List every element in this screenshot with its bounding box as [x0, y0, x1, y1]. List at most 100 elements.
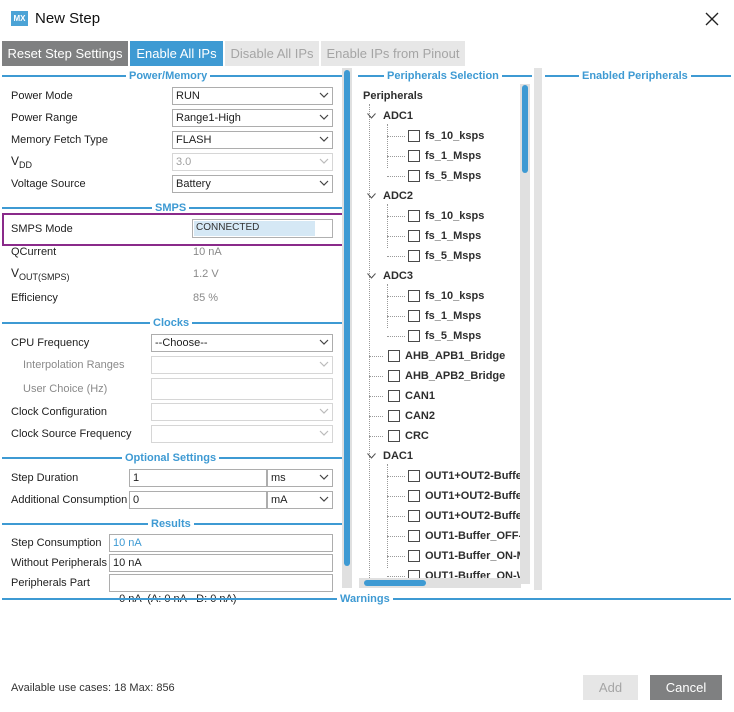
vdd-select: 3.0 — [172, 153, 333, 171]
qcurrent-value: 10 nA — [193, 246, 222, 258]
peripheral-checkbox[interactable] — [408, 550, 420, 562]
voltage-source-label: Voltage Source — [11, 178, 86, 190]
tree-connector — [387, 316, 405, 317]
tree-connector — [369, 376, 383, 377]
chevron-down-icon — [319, 114, 329, 120]
enable-ips-from-pinout-button: Enable IPs from Pinout — [321, 41, 465, 66]
voltage-source-select[interactable]: Battery — [172, 175, 333, 193]
peripheral-checkbox[interactable] — [408, 470, 420, 482]
peripheral-checkbox[interactable] — [388, 410, 400, 422]
additional-consumption-unit-select[interactable]: mA — [267, 491, 333, 509]
step-duration-unit: ms — [271, 472, 286, 484]
vout-value: 1.2 V — [193, 268, 219, 280]
vdd-label-main: V — [11, 154, 20, 168]
step-duration-input[interactable]: 1 — [129, 469, 267, 487]
smps-mode-label: SMPS Mode — [11, 223, 73, 235]
peripheral-checkbox[interactable] — [408, 210, 420, 222]
enable-all-ips-button[interactable]: Enable All IPs — [130, 41, 223, 66]
interpolation-ranges-select — [151, 356, 333, 374]
peripheral-checkbox[interactable] — [388, 430, 400, 442]
peripheral-label: fs_5_Msps — [425, 330, 482, 342]
warnings-title: Warnings — [337, 593, 393, 605]
tree-group-label[interactable]: ADC3 — [383, 270, 413, 282]
step-duration-unit-select[interactable]: ms — [267, 469, 333, 487]
peripheral-label: AHB_APB2_Bridge — [405, 370, 506, 382]
additional-consumption-input[interactable]: 0 — [129, 491, 267, 509]
peripheral-label: OUT1-Buffer_ON-M — [425, 550, 526, 562]
expand-arrow-icon[interactable] — [367, 273, 376, 279]
vout-label: VOUT(SMPS) — [11, 266, 70, 282]
vout-label-main: V — [11, 266, 20, 280]
clock-source-frequency-select — [151, 425, 333, 443]
voltage-source-value: Battery — [176, 178, 211, 190]
reset-step-settings-button[interactable]: Reset Step Settings — [2, 41, 128, 66]
memory-fetch-type-select[interactable]: FLASH — [172, 131, 333, 149]
smps-mode-field[interactable]: CONNECTED — [192, 219, 333, 238]
peripheral-checkbox[interactable] — [388, 370, 400, 382]
cpu-frequency-select[interactable]: --Choose-- — [151, 334, 333, 352]
vout-label-sub: OUT(SMPS) — [19, 272, 70, 283]
peripheral-checkbox[interactable] — [408, 170, 420, 182]
peripheral-checkbox[interactable] — [408, 530, 420, 542]
peripheral-checkbox[interactable] — [408, 130, 420, 142]
tree-connector — [387, 536, 405, 537]
clock-source-frequency-label: Clock Source Frequency — [11, 428, 132, 440]
peripheral-label: fs_10_ksps — [425, 130, 485, 142]
tree-connector — [387, 156, 405, 157]
tree-horizontal-scroll-thumb[interactable] — [364, 580, 426, 586]
tree-connector — [387, 296, 405, 297]
tree-connector — [387, 216, 405, 217]
chevron-down-icon — [319, 136, 329, 142]
tree-connector — [387, 284, 388, 328]
step-consumption-field: 10 nA — [109, 534, 333, 552]
expand-arrow-icon[interactable] — [367, 113, 376, 119]
vdd-label: VDD — [11, 154, 32, 170]
tree-connector — [387, 576, 405, 577]
peripheral-checkbox[interactable] — [408, 310, 420, 322]
peripheral-label: fs_1_Msps — [425, 310, 482, 322]
peripheral-checkbox[interactable] — [408, 510, 420, 522]
left-panel-scroll-thumb[interactable] — [344, 70, 350, 566]
peripheral-checkbox[interactable] — [408, 290, 420, 302]
tree-connector — [387, 136, 405, 137]
peripheral-label: fs_5_Msps — [425, 170, 482, 182]
peripheral-label: OUT1+OUT2-Buffer — [425, 490, 527, 502]
peripherals-selection-title: Peripherals Selection — [384, 70, 502, 82]
tree-vertical-scroll-thumb[interactable] — [522, 85, 528, 173]
expand-arrow-icon[interactable] — [367, 453, 376, 459]
peripheral-checkbox[interactable] — [408, 490, 420, 502]
clocks-title: Clocks — [150, 317, 193, 329]
vdd-label-sub: DD — [19, 160, 33, 171]
power-mode-value: RUN — [176, 90, 200, 102]
tree-connector — [369, 396, 383, 397]
tree-connector — [387, 124, 388, 168]
add-button: Add — [583, 675, 638, 700]
peripheral-checkbox[interactable] — [388, 350, 400, 362]
interpolation-ranges-label: Interpolation Ranges — [23, 359, 125, 371]
additional-consumption-value: 0 — [133, 494, 140, 506]
tree-connector — [387, 336, 405, 337]
power-mode-select[interactable]: RUN — [172, 87, 333, 105]
peripheral-checkbox[interactable] — [408, 330, 420, 342]
peripheral-checkbox[interactable] — [408, 150, 420, 162]
peripheral-checkbox[interactable] — [408, 230, 420, 242]
chevron-down-icon — [319, 92, 329, 98]
power-range-select[interactable]: Range1-High — [172, 109, 333, 127]
tree-group-label[interactable]: ADC2 — [383, 190, 413, 202]
tree-group-label[interactable]: DAC1 — [383, 450, 413, 462]
chevron-down-icon — [319, 408, 329, 414]
peripherals-panel-scrollbar[interactable] — [534, 68, 542, 590]
close-button[interactable] — [698, 6, 726, 32]
cancel-button[interactable]: Cancel — [650, 675, 722, 700]
efficiency-label: Efficiency — [11, 292, 58, 304]
peripheral-checkbox[interactable] — [388, 390, 400, 402]
without-peripherals-field: 10 nA — [109, 554, 333, 572]
cpu-frequency-value: --Choose-- — [155, 337, 208, 349]
peripheral-label: fs_10_ksps — [425, 290, 485, 302]
peripheral-checkbox[interactable] — [408, 250, 420, 262]
chevron-down-icon — [319, 474, 329, 480]
step-consumption-label: Step Consumption — [11, 537, 102, 549]
tree-group-label[interactable]: ADC1 — [383, 110, 413, 122]
peripheral-label: CAN2 — [405, 410, 435, 422]
expand-arrow-icon[interactable] — [367, 193, 376, 199]
